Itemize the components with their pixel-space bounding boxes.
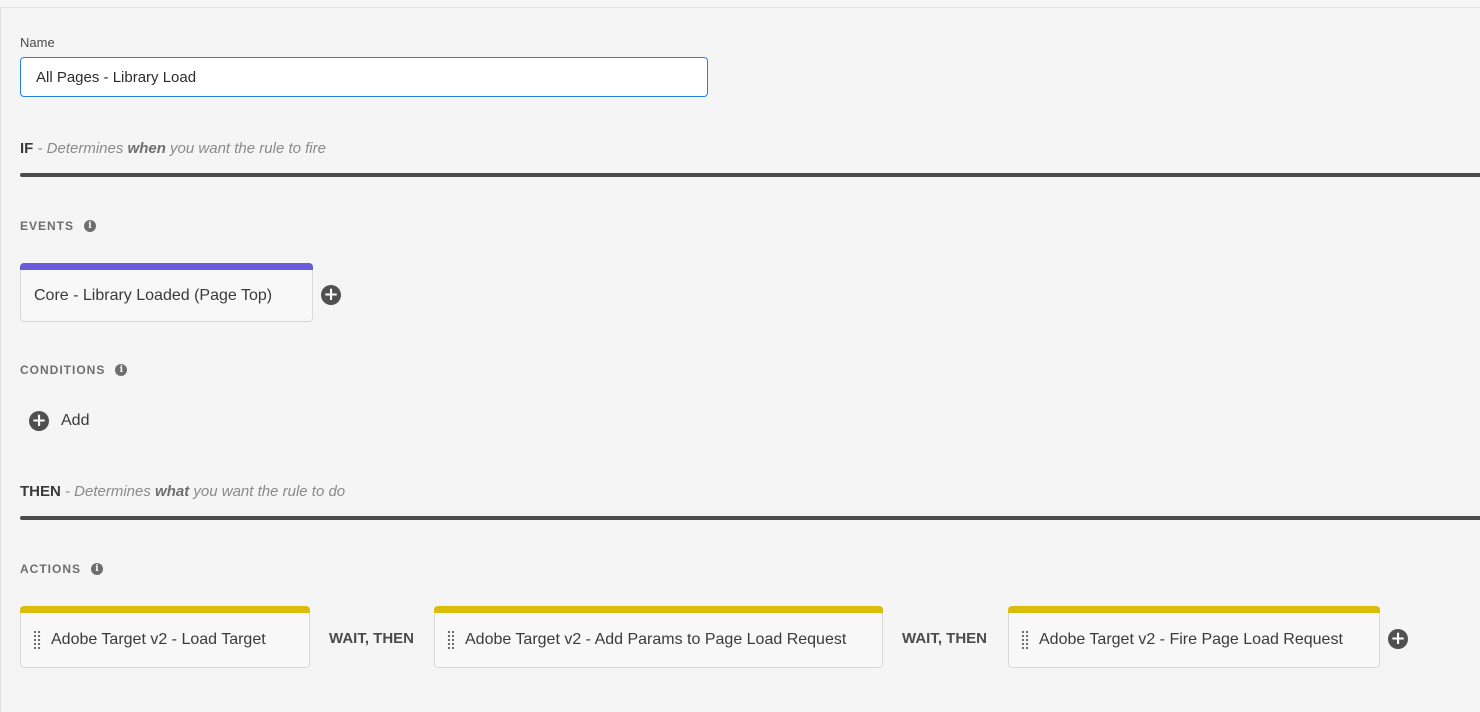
plus-circle-icon: + xyxy=(29,411,49,431)
then-divider xyxy=(20,516,1480,520)
if-section-heading: IF - Determines when you want the rule t… xyxy=(20,140,326,157)
events-heading: EVENTS i xyxy=(20,219,97,233)
action-card-label: Adobe Target v2 - Load Target xyxy=(51,631,266,648)
info-icon[interactable]: i xyxy=(84,220,97,232)
action-card[interactable]: Adobe Target v2 - Load Target xyxy=(20,606,310,668)
action-card-label: Adobe Target v2 - Add Params to Page Loa… xyxy=(465,631,847,648)
add-condition-button[interactable]: + Add xyxy=(29,411,89,431)
info-icon[interactable]: i xyxy=(115,364,128,376)
conditions-heading: CONDITIONS i xyxy=(20,363,128,377)
add-action-plus-icon[interactable]: + xyxy=(1388,629,1408,649)
rule-name-input[interactable] xyxy=(20,57,708,97)
wait-then-label: WAIT, THEN xyxy=(329,630,414,647)
action-card[interactable]: Adobe Target v2 - Add Params to Page Loa… xyxy=(434,606,883,668)
drag-handle-icon[interactable] xyxy=(1021,630,1029,650)
add-event-plus-icon[interactable]: + xyxy=(321,285,341,305)
wait-then-label: WAIT, THEN xyxy=(902,630,987,647)
drag-handle-icon[interactable] xyxy=(447,630,455,650)
action-card-label: Adobe Target v2 - Fire Page Load Request xyxy=(1039,631,1343,648)
if-divider xyxy=(20,173,1480,177)
name-label: Name xyxy=(20,35,55,50)
drag-handle-icon[interactable] xyxy=(33,630,41,650)
if-description: - Determines when you want the rule to f… xyxy=(33,140,326,157)
then-section-heading: THEN - Determines what you want the rule… xyxy=(20,483,345,500)
then-description: - Determines what you want the rule to d… xyxy=(60,483,346,500)
then-keyword: THEN xyxy=(20,483,61,500)
event-card[interactable]: Core - Library Loaded (Page Top) xyxy=(20,263,313,322)
if-keyword: IF xyxy=(20,140,34,157)
event-card-label: Core - Library Loaded (Page Top) xyxy=(34,286,273,304)
add-condition-label: Add xyxy=(61,412,90,429)
rule-editor: Name IF - Determines when you want the r… xyxy=(0,7,1480,712)
info-icon[interactable]: i xyxy=(91,563,103,575)
actions-heading: ACTIONS i xyxy=(20,562,103,576)
action-card[interactable]: Adobe Target v2 - Fire Page Load Request xyxy=(1008,606,1380,668)
